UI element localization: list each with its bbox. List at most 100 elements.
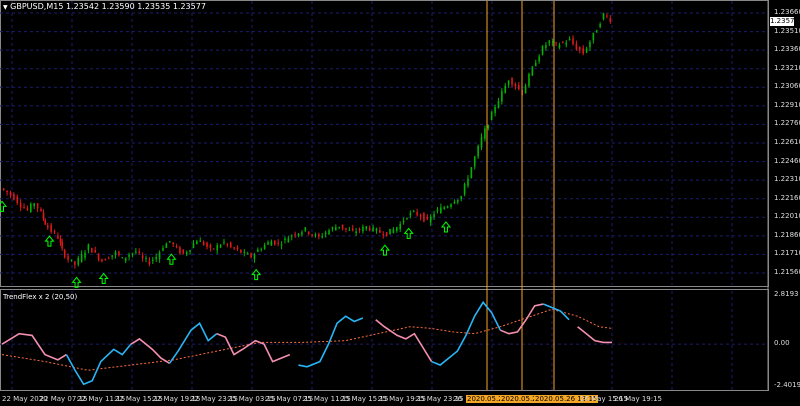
candle-body: [297, 233, 300, 236]
candle-body: [216, 245, 218, 251]
candle-body: [311, 234, 313, 236]
candles: [2, 12, 612, 269]
candle-body: [446, 206, 449, 208]
candle-body: [114, 251, 117, 255]
indicator-axis-tick: 2.8193: [774, 290, 799, 298]
indicator-fast-line: [168, 321, 218, 364]
candle-body: [30, 203, 32, 212]
candle-body: [328, 230, 330, 235]
candle-body: [162, 248, 164, 251]
candle-body: [172, 242, 174, 245]
candle-body: [185, 252, 188, 255]
candle-body: [165, 243, 168, 248]
candle-body: [104, 259, 107, 261]
indicator-axis-tick: -2.4019: [774, 381, 800, 389]
candle-body: [138, 251, 141, 253]
candle-body: [294, 234, 296, 236]
candle-body: [511, 77, 513, 85]
candle-body: [250, 253, 252, 258]
candle-body: [392, 229, 395, 233]
candle-body: [42, 212, 45, 219]
candle-body: [457, 199, 459, 203]
candle-body: [63, 249, 66, 258]
candle-body: [572, 38, 574, 45]
up-arrow-icon: [251, 268, 262, 281]
up-arrow-icon: [403, 227, 414, 239]
candle-body: [335, 227, 337, 231]
indicator-fast-line: [130, 337, 170, 364]
price-axis-tick: 1.23060: [774, 82, 800, 91]
candle-body: [436, 209, 439, 212]
candle-body: [19, 202, 22, 208]
price-axis-tick: 1.22310: [774, 175, 800, 184]
candle-body: [419, 214, 422, 217]
indicator-fast-line: [577, 326, 612, 344]
candle-body: [44, 219, 47, 225]
candle-body: [490, 111, 493, 121]
candle-body: [223, 241, 225, 243]
candle-body: [467, 178, 469, 186]
candle-body: [158, 252, 161, 259]
price-axis-tick: 1.22460: [774, 156, 800, 165]
candle-body: [152, 259, 154, 262]
indicator-label: TrendFlex x 2 (20,50): [3, 293, 78, 301]
up-arrow-icon: [166, 253, 177, 265]
candle-body: [50, 224, 52, 232]
candle-body: [599, 23, 601, 28]
up-arrow-icon: [98, 272, 109, 285]
candle-body: [141, 255, 144, 259]
indicator-fast-line: [431, 300, 502, 366]
grid: [0, 0, 769, 391]
candle-body: [16, 196, 19, 204]
candle-body: [484, 128, 486, 139]
candle-body: [233, 247, 235, 249]
up-arrow-icon: [44, 235, 55, 247]
candle-body: [84, 252, 86, 258]
candle-body: [189, 250, 191, 252]
candle-body: [57, 235, 59, 239]
current-price-tag: 1.23577: [770, 17, 799, 26]
candle-body: [331, 227, 334, 229]
candle-body: [480, 136, 483, 148]
candle-body: [219, 245, 222, 248]
candle-body: [358, 228, 361, 231]
candle-body: [128, 254, 130, 257]
candle-body: [179, 247, 181, 254]
price-axis-tick: 1.22910: [774, 100, 800, 109]
symbol-ohlc-text: GBPUSD,M15 1.23542 1.23590 1.23535 1.235…: [10, 2, 206, 11]
candle-body: [562, 42, 564, 44]
candle-body: [213, 248, 215, 250]
candle-body: [290, 235, 293, 237]
price-axis-tick: 1.21860: [774, 230, 800, 239]
candle-body: [524, 85, 527, 94]
candle-body: [182, 249, 185, 254]
symbol-dropdown-icon[interactable]: ▼: [3, 4, 8, 11]
indicator-fast-line: [65, 343, 132, 386]
candle-body: [555, 42, 557, 44]
candle-body: [541, 45, 544, 55]
candle-body: [538, 56, 540, 62]
candle-body: [453, 202, 456, 204]
candle-body: [267, 242, 269, 245]
candle-body: [226, 243, 229, 245]
candle-body: [80, 253, 83, 262]
signal-arrows: [0, 200, 451, 288]
price-chart-canvas[interactable]: [0, 0, 800, 406]
candle-body: [487, 125, 490, 128]
symbol-header: ▼ GBPUSD,M15 1.23542 1.23590 1.23535 1.2…: [3, 2, 206, 13]
candle-body: [385, 232, 388, 237]
price-axis-tick: 1.22010: [774, 212, 800, 221]
candle-body: [518, 85, 520, 90]
candle-body: [240, 249, 242, 253]
candle-body: [36, 203, 39, 209]
candle-body: [389, 228, 391, 235]
candle-body: [372, 227, 374, 231]
candle-body: [321, 236, 324, 238]
price-axis-tick: 1.21710: [774, 249, 800, 258]
candle-body: [246, 253, 249, 255]
candle-body: [579, 46, 581, 51]
indicator-axis-tick: 0.00: [774, 339, 790, 348]
candle-body: [595, 30, 598, 33]
indicator-slow-line: [1, 308, 613, 371]
candle-body: [61, 241, 63, 249]
